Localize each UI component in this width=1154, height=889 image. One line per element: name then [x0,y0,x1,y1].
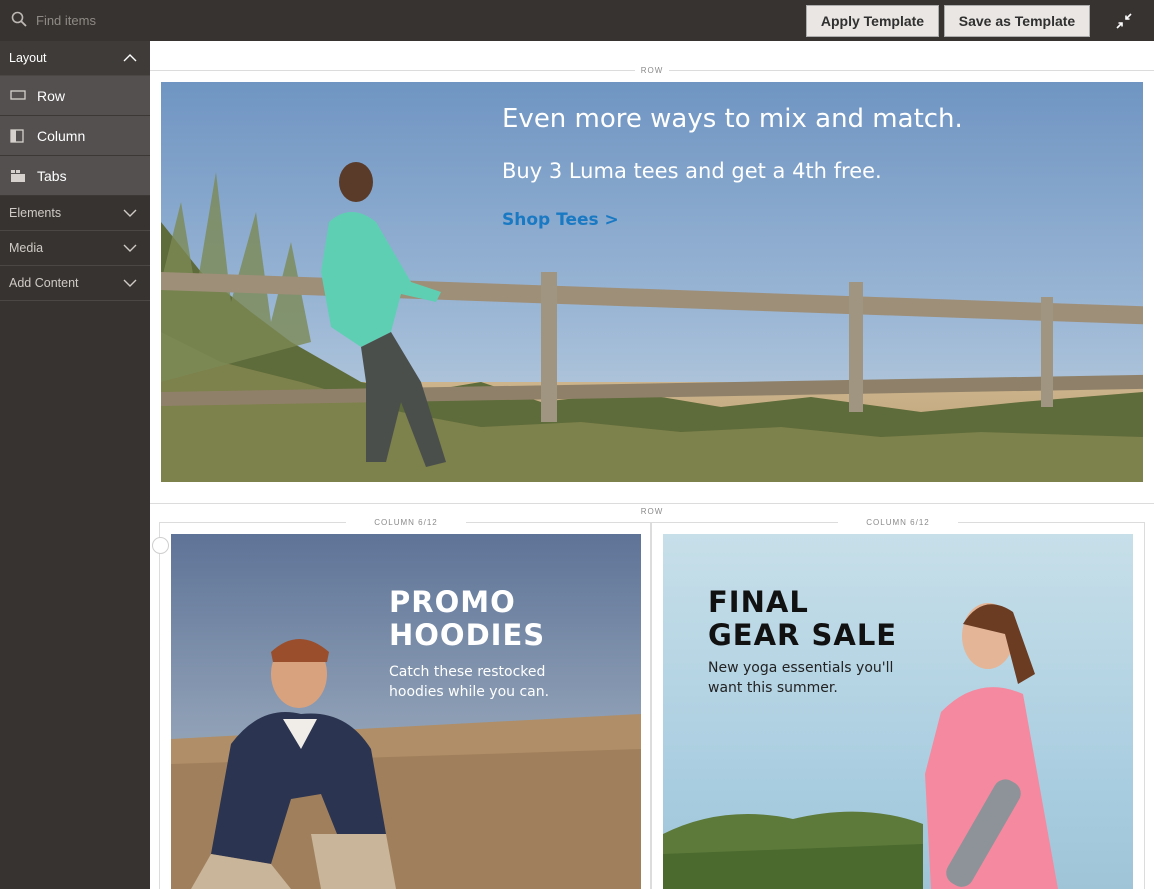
banner-photo [161,82,1143,482]
tabs-icon [11,170,25,182]
column-left-label: COLUMN 6/12 [346,518,466,527]
promo-hoodies-text-1: Catch these restocked [389,664,546,680]
row-divider [150,503,1154,504]
layout-item-label: Column [37,127,86,144]
row-label: ROW [150,66,1154,75]
content-panel-sidebar: Layout Row Column Tabs Elements Media Ad… [0,41,150,889]
row-label: ROW [150,507,1154,516]
save-as-template-button[interactable]: Save as Template [944,5,1090,37]
layout-section-header[interactable]: Layout [0,41,150,76]
page-builder-stage: ROW Even more ways to mix and match. Buy… [150,41,1154,889]
final-gear-sale-text-1: New yoga essentials you'll [708,660,894,676]
search-input[interactable] [36,10,146,30]
row-icon [10,90,26,100]
chevron-down-icon [123,209,137,217]
top-toolbar: Apply Template Save as Template [0,0,1154,41]
media-section-header[interactable]: Media [0,231,150,266]
final-gear-sale-tile[interactable]: FINAL GEAR SALE New yoga essentials you'… [663,534,1133,889]
shop-tees-link[interactable]: Shop Tees > [502,210,619,230]
chevron-down-icon [123,279,137,287]
final-gear-sale-text-2: want this summer. [708,680,838,696]
move-handle-icon[interactable] [152,537,169,554]
promo-hoodies-tile[interactable]: PROMO HOODIES Catch these restocked hood… [171,534,641,889]
elements-section-header[interactable]: Elements [0,196,150,231]
column-right-label: COLUMN 6/12 [838,518,958,527]
add-content-section-label: Add Content [9,276,79,290]
layout-item-tabs[interactable]: Tabs [0,156,150,196]
search-box [0,0,150,41]
final-gear-sale-heading-1: FINAL [708,585,809,619]
banner-title: Even more ways to mix and match. [502,104,963,134]
layout-item-label: Row [37,87,66,104]
elements-section-label: Elements [9,206,62,220]
promo-hoodies-heading-1: PROMO [389,585,516,619]
row-label-text: ROW [634,66,670,75]
layout-item-row[interactable]: Row [0,76,150,116]
collapse-fullscreen-icon[interactable] [1114,11,1134,31]
column-icon [10,129,24,143]
layout-section-label: Layout [9,51,47,65]
promo-hoodies-text-2: hoodies while you can. [389,684,550,700]
chevron-up-icon [123,54,137,62]
page-builder: Apply Template Save as Template Layout R… [0,0,1154,889]
add-content-section-header[interactable]: Add Content [0,266,150,301]
banner-subtitle: Buy 3 Luma tees and get a 4th free. [502,159,882,183]
media-section-label: Media [9,241,44,255]
final-gear-sale-heading-2: GEAR SALE [708,618,898,652]
apply-template-button[interactable]: Apply Template [806,5,939,37]
banner-luma-tees[interactable]: Even more ways to mix and match. Buy 3 L… [161,82,1143,482]
layout-item-label: Tabs [37,167,67,184]
search-icon [11,11,27,27]
promo-hoodies-heading-2: HOODIES [389,618,546,652]
layout-item-column[interactable]: Column [0,116,150,156]
chevron-down-icon [123,244,137,252]
row-label-text: ROW [634,507,670,516]
